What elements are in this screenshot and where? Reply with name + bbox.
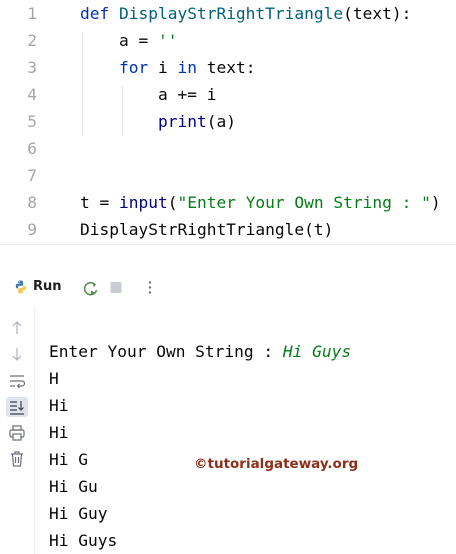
- line-number: 9: [27, 220, 37, 239]
- code-line[interactable]: 4 a += i: [0, 81, 456, 108]
- code-line[interactable]: 1 def DisplayStrRightTriangle(text):: [0, 0, 456, 27]
- console-output-line: Hi Guy: [49, 504, 108, 523]
- run-gutter: [0, 308, 35, 554]
- console-output-line: Hi Gu: [49, 477, 98, 496]
- code-line[interactable]: 7: [0, 162, 456, 189]
- watermark: ©tutorialgateway.org: [194, 456, 359, 472]
- console-output-line: H: [49, 369, 59, 388]
- console-output-line: Hi Guys: [49, 531, 118, 550]
- code-line[interactable]: 6: [0, 135, 456, 162]
- python-icon: [13, 268, 29, 308]
- code-token: "Enter Your Own String : ": [177, 193, 431, 212]
- code-token: DisplayStrRightTriangle: [118, 4, 344, 23]
- console-output-line: Hi: [49, 396, 69, 415]
- run-toolbar: Run: [0, 268, 456, 308]
- code-line[interactable]: 8 t = input("Enter Your Own String : "): [0, 189, 456, 216]
- code-text: a = '': [80, 27, 178, 54]
- code-token: def: [80, 4, 119, 23]
- console-prompt: Enter Your Own String :: [49, 342, 283, 361]
- more-options-icon[interactable]: [144, 268, 156, 308]
- code-token: in: [177, 58, 197, 77]
- code-text: DisplayStrRightTriangle(t): [80, 216, 333, 243]
- code-line[interactable]: 3 for i in text:: [0, 54, 456, 81]
- code-token: a += i: [80, 85, 217, 104]
- line-number: 8: [27, 193, 37, 212]
- line-number: 3: [27, 58, 37, 77]
- code-editor[interactable]: 1 def DisplayStrRightTriangle(text): 2 a =…: [0, 0, 456, 245]
- console-output-line: Hi G: [49, 450, 88, 469]
- run-tab-label[interactable]: Run: [33, 279, 62, 294]
- scroll-down-icon[interactable]: [6, 344, 28, 364]
- code-token: (a): [206, 112, 236, 131]
- console-prompt-line: Enter Your Own String : Hi Guys: [49, 338, 351, 365]
- code-token: input: [118, 193, 168, 212]
- code-token: for: [118, 58, 149, 77]
- code-line[interactable]: 2 a = '': [0, 27, 456, 54]
- code-token: '': [157, 31, 178, 50]
- code-token: (: [167, 193, 178, 212]
- code-line[interactable]: 9 DisplayStrRightTriangle(t): [0, 216, 456, 243]
- soft-wrap-icon[interactable]: [6, 371, 28, 391]
- console-output[interactable]: Enter Your Own String : Hi Guys H Hi Hi …: [35, 308, 456, 554]
- code-token: text:: [196, 58, 256, 77]
- code-line[interactable]: 5 print(a): [0, 108, 456, 135]
- line-number: 7: [27, 166, 37, 185]
- print-icon[interactable]: [6, 423, 28, 443]
- code-text: for i in text:: [80, 54, 255, 81]
- code-token: print: [157, 112, 207, 131]
- code-text: a += i: [80, 81, 217, 108]
- trash-icon[interactable]: [6, 449, 28, 469]
- line-number: 6: [27, 139, 37, 158]
- code-token: a =: [80, 31, 158, 50]
- line-number: 1: [27, 4, 37, 23]
- code-token: i: [148, 58, 178, 77]
- indent-guide: [82, 32, 83, 136]
- console-user-input: Hi Guys: [282, 342, 352, 361]
- code-token: (text):: [343, 4, 412, 23]
- line-number: 2: [27, 31, 37, 50]
- line-number: 4: [27, 85, 37, 104]
- scroll-up-icon[interactable]: [6, 318, 28, 338]
- stop-icon[interactable]: [108, 268, 124, 308]
- code-token: t =: [80, 193, 119, 212]
- code-text: print(a): [80, 108, 236, 135]
- indent-guide: [122, 86, 123, 136]
- code-text: t = input("Enter Your Own String : "): [80, 189, 441, 216]
- code-text: def DisplayStrRightTriangle(text):: [80, 0, 411, 27]
- code-token: DisplayStrRightTriangle(t): [80, 220, 334, 239]
- console-output-line: Hi: [49, 423, 69, 442]
- code-token: ): [430, 193, 441, 212]
- scroll-to-end-icon[interactable]: [6, 397, 28, 417]
- line-number: 5: [27, 112, 37, 131]
- rerun-icon[interactable]: [81, 268, 101, 308]
